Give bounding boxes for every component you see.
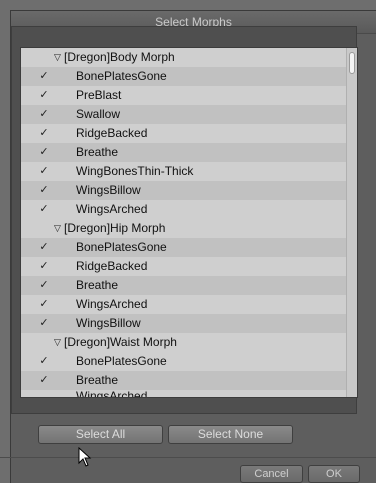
morph-item-label: Breathe [76, 145, 119, 159]
select-all-button[interactable]: Select All [38, 425, 163, 444]
morph-list-item[interactable]: ✓ RidgeBacked [21, 257, 348, 276]
morph-item-label: WingsArched [76, 202, 148, 216]
morph-list-item[interactable]: ✓ WingsArched [21, 200, 348, 219]
ok-button[interactable]: OK [308, 465, 360, 483]
morph-group-header[interactable]: ▽ [Dregon]Hip Morph [21, 219, 348, 238]
morph-item-label: BonePlatesGone [76, 354, 167, 368]
morph-list-item[interactable]: ✓ Breathe [21, 276, 348, 295]
checkmark-icon[interactable]: ✓ [38, 105, 50, 124]
cancel-button[interactable]: Cancel [240, 465, 303, 483]
checkmark-icon[interactable]: ✓ [38, 86, 50, 105]
checkmark-icon[interactable]: ✓ [38, 314, 50, 333]
morph-item-label: Breathe [76, 373, 119, 387]
morph-list-item[interactable]: ✓ Breathe [21, 371, 348, 390]
morph-item-label: WingsBillow [76, 183, 141, 197]
morph-item-label: Swallow [76, 107, 121, 121]
checkmark-icon[interactable]: ✓ [38, 257, 50, 276]
morph-item-label: BonePlatesGone [76, 240, 167, 254]
morph-list-item[interactable]: ✓ WingsArched [21, 295, 348, 314]
checkmark-icon[interactable]: ✓ [38, 162, 50, 181]
morph-list-rows: ▽ [Dregon]Body Morph ✓ BonePlatesGone ✓ PreBl… [21, 48, 348, 397]
expand-triangle-icon[interactable]: ▽ [54, 333, 61, 352]
button-bar-divider [0, 457, 376, 458]
morph-group-header[interactable]: ▽ [Dregon]Body Morph [21, 48, 348, 67]
morph-list-item[interactable]: ✓ Swallow [21, 105, 348, 124]
select-none-button[interactable]: Select None [168, 425, 293, 444]
morph-list-item[interactable]: ✓ WingsBillow [21, 314, 348, 333]
morph-list-item[interactable]: WingsArched [21, 390, 348, 397]
morph-group-label: [Dregon]Body Morph [64, 50, 175, 64]
morph-list-item[interactable]: ✓ RidgeBacked [21, 124, 348, 143]
checkmark-icon[interactable]: ✓ [38, 200, 50, 219]
checkmark-icon[interactable]: ✓ [38, 143, 50, 162]
vertical-scrollbar[interactable] [346, 48, 357, 397]
morph-list-item[interactable]: ✓ WingsBillow [21, 181, 348, 200]
morph-list-item[interactable]: ✓ WingBonesThin-Thick [21, 162, 348, 181]
checkmark-icon[interactable]: ✓ [38, 181, 50, 200]
morph-item-label: WingsBillow [76, 316, 141, 330]
morph-item-label: WingsArched [76, 297, 148, 311]
checkmark-icon[interactable]: ✓ [38, 371, 50, 390]
checkmark-icon[interactable]: ✓ [38, 276, 50, 295]
checkmark-icon[interactable]: ✓ [38, 352, 50, 371]
morph-list-item[interactable]: ✓ BonePlatesGone [21, 67, 348, 86]
morph-item-label: WingsArched [76, 390, 148, 397]
morph-group-header[interactable]: ▽ [Dregon]Waist Morph [21, 333, 348, 352]
morph-item-label: RidgeBacked [76, 126, 148, 140]
morph-item-label: PreBlast [76, 88, 122, 102]
morph-item-label: BonePlatesGone [76, 69, 167, 83]
expand-triangle-icon[interactable]: ▽ [54, 219, 61, 238]
mouse-pointer-icon [78, 447, 92, 467]
morph-group-label: [Dregon]Waist Morph [64, 335, 177, 349]
morph-list-item[interactable]: ✓ BonePlatesGone [21, 238, 348, 257]
morph-group-label: [Dregon]Hip Morph [64, 221, 166, 235]
morph-list-item[interactable]: ✓ BonePlatesGone [21, 352, 348, 371]
checkmark-icon[interactable]: ✓ [38, 295, 50, 314]
checkmark-icon[interactable]: ✓ [38, 238, 50, 257]
morph-item-label: WingBonesThin-Thick [76, 164, 194, 178]
checkmark-icon[interactable]: ✓ [38, 67, 50, 86]
scrollbar-thumb[interactable] [349, 52, 355, 74]
expand-triangle-icon[interactable]: ▽ [54, 48, 61, 67]
morph-item-label: Breathe [76, 278, 119, 292]
morph-item-label: RidgeBacked [76, 259, 148, 273]
morph-list-item[interactable]: ✓ PreBlast [21, 86, 348, 105]
morph-list-item[interactable]: ✓ Breathe [21, 143, 348, 162]
checkmark-icon[interactable]: ✓ [38, 124, 50, 143]
morph-list: ▽ [Dregon]Body Morph ✓ BonePlatesGone ✓ PreBl… [20, 47, 358, 398]
